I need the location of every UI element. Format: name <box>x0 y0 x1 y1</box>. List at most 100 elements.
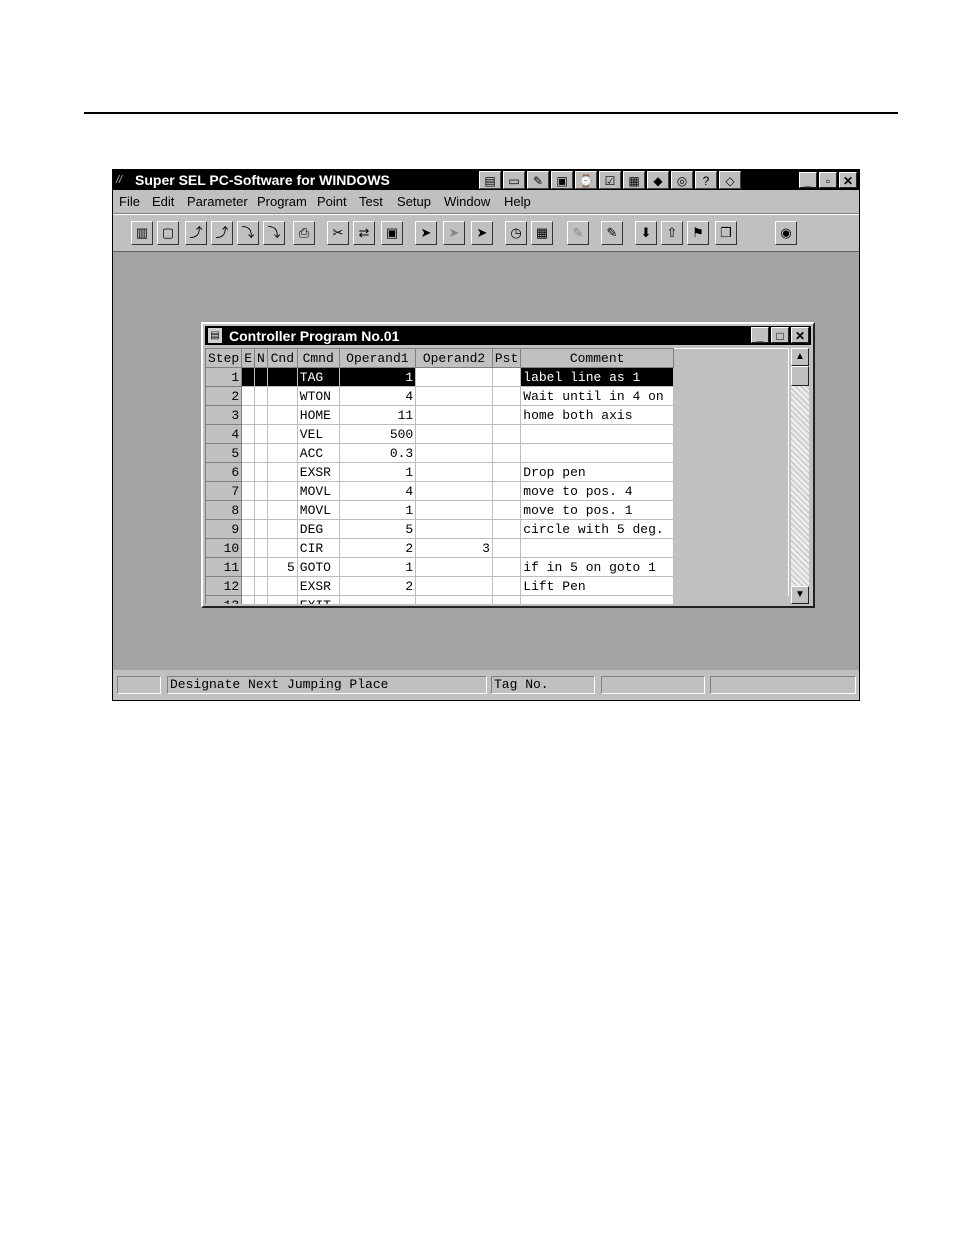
titlebar-tool-icon[interactable]: ☑ <box>599 171 621 189</box>
row-cmnd-cell[interactable]: MOVL <box>296 481 340 501</box>
row-comment-cell[interactable]: if in 5 on goto 1 <box>520 557 674 577</box>
row-e-cell[interactable] <box>241 500 256 520</box>
titlebar-tool-icon[interactable]: ? <box>695 171 717 189</box>
table-row[interactable]: 12 EXSR 2 Lift Pen <box>205 576 789 596</box>
row-pst-cell[interactable] <box>491 557 522 577</box>
close-button[interactable]: ✕ <box>839 172 857 188</box>
row-operand2-cell[interactable] <box>415 405 493 425</box>
titlebar-tool-icon[interactable]: ◆ <box>647 171 669 189</box>
copy-icon[interactable]: ⇄ <box>353 221 375 245</box>
row-pst-cell[interactable] <box>491 595 522 604</box>
row-operand1-cell[interactable]: 0.3 <box>338 443 417 463</box>
menu-setup[interactable]: Setup <box>397 194 431 209</box>
upload-icon[interactable]: ⤴ <box>185 221 207 245</box>
row-pst-cell[interactable] <box>491 367 522 387</box>
row-comment-cell[interactable]: Wait until in 4 on <box>520 386 674 406</box>
row-operand1-cell[interactable]: 4 <box>338 386 417 406</box>
row-operand2-cell[interactable] <box>415 386 493 406</box>
titlebar-tool-icon[interactable]: ◎ <box>671 171 693 189</box>
scroll-down-button[interactable]: ▼ <box>791 586 809 604</box>
menu-window[interactable]: Window <box>444 194 490 209</box>
row-cnd-cell[interactable] <box>266 386 298 406</box>
row-cmnd-cell[interactable]: DEG <box>296 519 340 539</box>
row-comment-cell[interactable]: home both axis <box>520 405 674 425</box>
row-cnd-cell[interactable] <box>266 481 298 501</box>
row-cmnd-cell[interactable]: EXSR <box>296 576 340 596</box>
row-n-cell[interactable] <box>254 519 268 539</box>
header-n[interactable]: N <box>254 348 268 368</box>
table-row[interactable]: 1 TAG 1 label line as 1 <box>205 367 789 387</box>
row-operand2-cell[interactable] <box>415 443 493 463</box>
new-doc-icon[interactable]: ▥ <box>131 221 153 245</box>
row-step-cell[interactable]: 8 <box>205 500 243 520</box>
row-pst-cell[interactable] <box>491 576 522 596</box>
row-cmnd-cell[interactable]: GOTO <box>296 557 340 577</box>
table-row[interactable]: 10 CIR 2 3 <box>205 538 789 558</box>
row-step-cell[interactable]: 3 <box>205 405 243 425</box>
row-step-cell[interactable]: 12 <box>205 576 243 596</box>
titlebar-tool-icon[interactable]: ⌚ <box>575 171 597 189</box>
row-cnd-cell[interactable]: 5 <box>266 557 298 577</box>
program-window-title-bar[interactable]: ▤ Controller Program No.01 _ □ ✕ <box>205 326 811 345</box>
row-cmnd-cell[interactable]: HOME <box>296 405 340 425</box>
row-step-cell[interactable]: 9 <box>205 519 243 539</box>
menu-parameter[interactable]: Parameter <box>187 194 248 209</box>
row-cnd-cell[interactable] <box>266 576 298 596</box>
edit-disabled-icon[interactable]: ✎ <box>567 221 589 245</box>
row-e-cell[interactable] <box>241 481 256 501</box>
row-e-cell[interactable] <box>241 595 256 604</box>
row-pst-cell[interactable] <box>491 462 522 482</box>
row-cnd-cell[interactable] <box>266 519 298 539</box>
row-cmnd-cell[interactable]: VEL <box>296 424 340 444</box>
row-cmnd-cell[interactable]: CIR <box>296 538 340 558</box>
row-step-cell[interactable]: 13 <box>205 595 243 604</box>
row-e-cell[interactable] <box>241 424 256 444</box>
table-row[interactable]: 3 HOME 11 home both axis <box>205 405 789 425</box>
arrow-up-icon[interactable]: ⇧ <box>661 221 683 245</box>
row-operand1-cell[interactable]: 500 <box>338 424 417 444</box>
row-e-cell[interactable] <box>241 557 256 577</box>
row-comment-cell[interactable] <box>520 443 674 463</box>
stop-icon[interactable]: ◉ <box>775 221 797 245</box>
row-operand1-cell[interactable]: 5 <box>338 519 417 539</box>
row-pst-cell[interactable] <box>491 443 522 463</box>
row-comment-cell[interactable]: circle with 5 deg. <box>520 519 674 539</box>
menu-program[interactable]: Program <box>257 194 307 209</box>
row-n-cell[interactable] <box>254 386 268 406</box>
new-doc-2-icon[interactable]: ▢ <box>157 221 179 245</box>
row-operand1-cell[interactable] <box>338 595 417 604</box>
clock-icon[interactable]: ◷ <box>505 221 527 245</box>
titlebar-tool-icon[interactable]: ▦ <box>623 171 645 189</box>
row-step-cell[interactable]: 10 <box>205 538 243 558</box>
table-row[interactable]: 11 5 GOTO 1 if in 5 on goto 1 <box>205 557 789 577</box>
row-n-cell[interactable] <box>254 538 268 558</box>
row-operand2-cell[interactable] <box>415 519 493 539</box>
row-pst-cell[interactable] <box>491 538 522 558</box>
row-cmnd-cell[interactable]: EXIT <box>296 595 340 604</box>
minimize-button[interactable]: _ <box>799 172 817 188</box>
row-pst-cell[interactable] <box>491 519 522 539</box>
menu-help[interactable]: Help <box>504 194 531 209</box>
row-e-cell[interactable] <box>241 462 256 482</box>
scroll-thumb[interactable] <box>791 366 809 386</box>
row-cmnd-cell[interactable]: WTON <box>296 386 340 406</box>
flag-icon[interactable]: ⚑ <box>687 221 709 245</box>
row-operand1-cell[interactable]: 1 <box>338 462 417 482</box>
header-comment[interactable]: Comment <box>520 348 674 368</box>
titlebar-tool-icon[interactable]: ✎ <box>527 171 549 189</box>
row-cnd-cell[interactable] <box>266 538 298 558</box>
row-step-cell[interactable]: 11 <box>205 557 243 577</box>
row-operand2-cell[interactable]: 3 <box>415 538 493 558</box>
row-comment-cell[interactable] <box>520 424 674 444</box>
header-cmnd[interactable]: Cmnd <box>296 348 340 368</box>
menu-test[interactable]: Test <box>359 194 383 209</box>
print-icon[interactable]: ⎙ <box>293 221 315 245</box>
row-comment-cell[interactable]: move to pos. 1 <box>520 500 674 520</box>
row-e-cell[interactable] <box>241 443 256 463</box>
edit-icon[interactable]: ✎ <box>601 221 623 245</box>
row-e-cell[interactable] <box>241 405 256 425</box>
row-cnd-cell[interactable] <box>266 424 298 444</box>
row-step-cell[interactable]: 4 <box>205 424 243 444</box>
scroll-up-button[interactable]: ▲ <box>791 348 809 366</box>
row-operand2-cell[interactable] <box>415 481 493 501</box>
